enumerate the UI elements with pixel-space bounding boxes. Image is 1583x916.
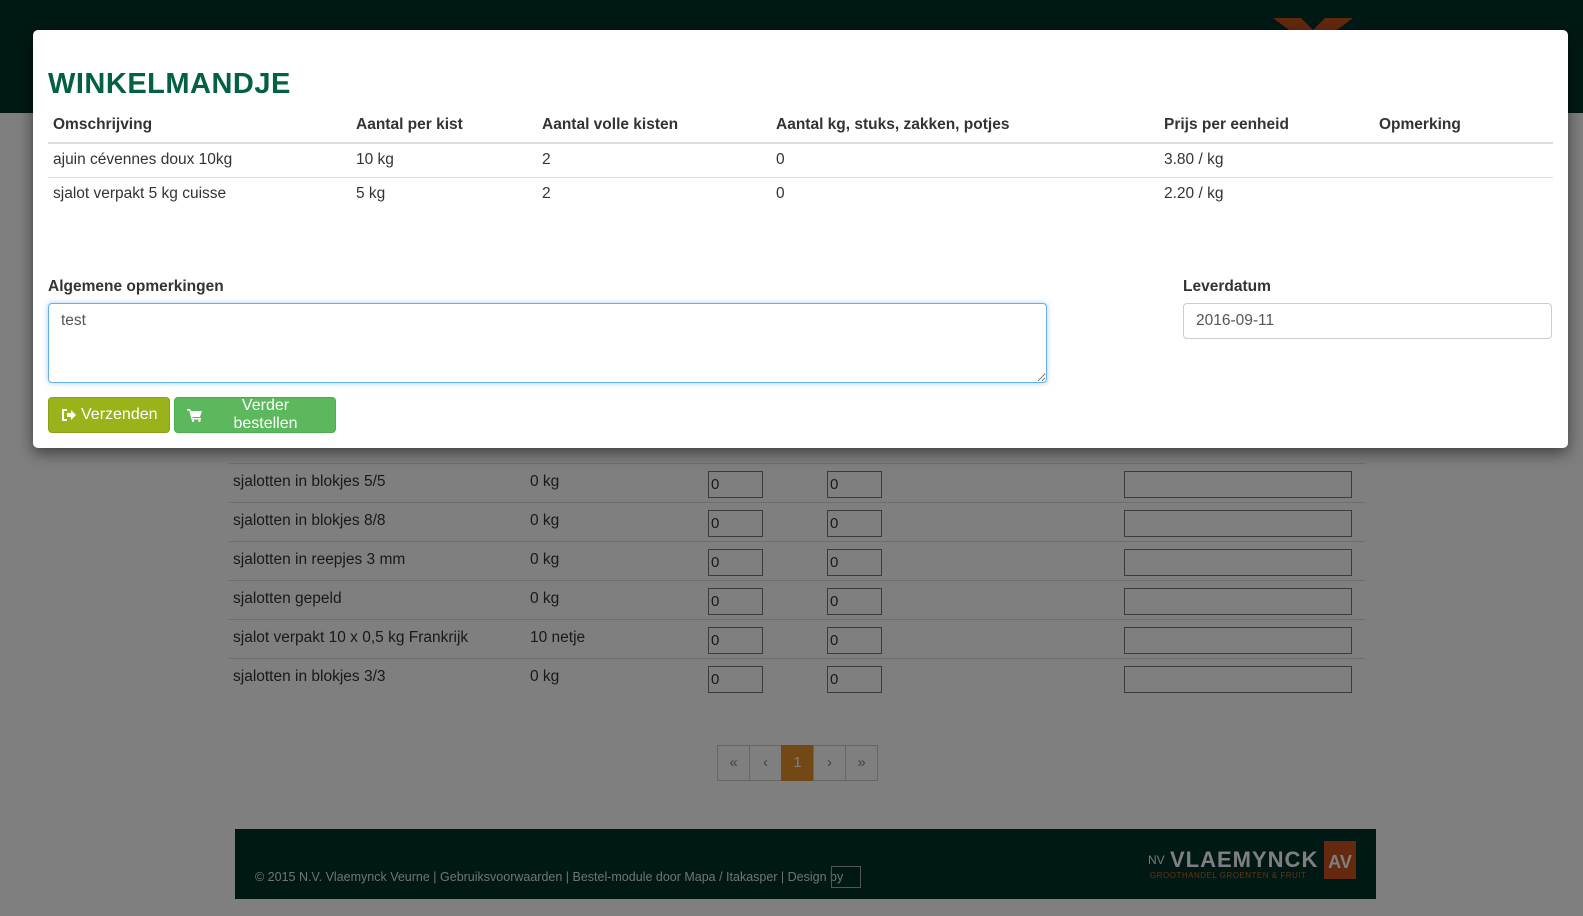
continue-ordering-button[interactable]: Verder bestellen [174,397,336,433]
cell-volle-kisten: 2 [542,185,551,203]
table-row: ajuin cévennes doux 10kg 10 kg 2 0 3.80 / kg [48,143,1553,178]
cell-prijs: 2.20 / kg [1164,185,1224,203]
send-button-label: Verzenden [81,406,158,423]
remarks-label: Algemene opmerkingen [48,278,224,295]
send-button[interactable]: Verzenden [48,397,170,433]
col-aantal-per-kist: Aantal per kist [351,110,537,144]
modal-title: WINKELMANDJE [48,68,291,100]
sign-out-icon [61,408,76,422]
cell-per-kist: 10 kg [351,143,537,178]
cell-prijs: 3.80 / kg [1159,143,1374,178]
cell-volle-kisten: 2 [537,143,771,178]
cart-table: Omschrijving Aantal per kist Aantal voll… [48,110,1553,211]
col-opmerking: Opmerking [1374,110,1553,144]
cell-opmerking [1374,143,1553,178]
cell-omschrijving: sjalot verpakt 5 kg cuisse [53,185,227,203]
col-volle-kisten: Aantal volle kisten [537,110,771,144]
cart-table-header: Omschrijving Aantal per kist Aantal voll… [48,110,1553,144]
cell-aantal: 0 [771,143,1159,178]
cell-opmerking [1374,177,1553,211]
cart-modal: WINKELMANDJE Omschrijving Aantal per kis… [33,30,1568,448]
col-omschrijving: Omschrijving [48,110,351,144]
cell-per-kist: 5 kg [356,185,386,203]
delivery-date-input[interactable] [1183,303,1552,339]
delivery-date-label: Leverdatum [1183,278,1271,295]
col-prijs: Prijs per eenheid [1159,110,1374,144]
remarks-textarea[interactable]: test [48,303,1047,383]
col-aantal: Aantal kg, stuks, zakken, potjes [771,110,1159,144]
cell-aantal: 0 [776,185,785,203]
cell-omschrijving: ajuin cévennes doux 10kg [48,143,351,178]
shopping-cart-icon [187,408,203,422]
table-row: sjalot verpakt 5 kg cuisse 5 kg 2 0 2.20 / k… [48,177,1553,211]
continue-button-label: Verder bestellen [233,397,298,432]
